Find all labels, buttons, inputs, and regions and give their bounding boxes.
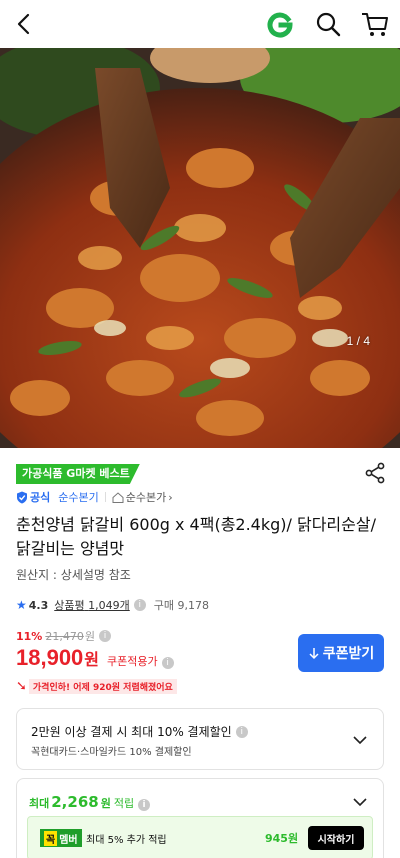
shop-name-link[interactable]: 순수본가 › [112, 489, 173, 505]
start-membership-button[interactable]: 시작하기 [308, 826, 364, 850]
member-badge: 꼭 멤버 [40, 829, 82, 847]
discount-rate: 11% [16, 629, 43, 643]
product-title: 춘천양념 닭갈비 600g x 4팩(총2.4kg)/ 닭다리순살/ 닭갈비는 … [16, 515, 376, 558]
origin-info: 원산지 : 상세설명 참조 [16, 568, 131, 582]
chevron-down-icon[interactable] [353, 795, 367, 809]
image-pager: 1 / 4 [346, 334, 370, 348]
member-promo-text: 최대 5% 추가 적립 [86, 835, 167, 846]
review-link[interactable]: 상품평 1,049개 [54, 597, 130, 613]
search-icon[interactable] [314, 10, 342, 38]
purchase-count: 구매 9,178 [154, 597, 209, 613]
points-label: 적립 [113, 797, 135, 810]
info-icon[interactable]: i [133, 599, 146, 611]
payment-discount-title: 2만원 이상 결제 시 최대 10% 결제할인 [31, 725, 232, 739]
review-count: 1,049개 [88, 599, 130, 612]
sale-price: 18,900 [16, 645, 84, 670]
shop-name: 순수본가 [125, 491, 167, 504]
coupon-button-label: 쿠폰받기 [322, 646, 375, 662]
discount-row: 11% 21,470 원 i [16, 628, 111, 644]
payment-discount-subtitle: 꼭현대카드·스마일카드 10% 결제할인 [31, 747, 192, 758]
share-icon[interactable] [364, 462, 386, 484]
rating-row: ★ 4.3 상품평 1,049개 i 구매 9,178 [16, 597, 209, 613]
points-card[interactable]: 최대 2,268 원 적립 i 꼭 멤버 최대 5% 추가 적립 945원 시작… [16, 778, 384, 858]
info-icon[interactable]: i [161, 657, 174, 669]
official-badge: 공식 [16, 489, 50, 505]
rating-score: 4.3 [28, 598, 49, 612]
review-label: 상품평 [54, 599, 85, 612]
info-icon[interactable]: i [98, 630, 111, 642]
shop-row: 공식 순수본기 순수본가 › [16, 489, 173, 505]
coupon-download-button[interactable]: 쿠폰받기 [298, 634, 384, 672]
original-price-unit: 원 [84, 630, 95, 643]
points-prefix: 최대 [29, 797, 50, 810]
back-icon[interactable] [10, 10, 38, 38]
member-points-amount: 945원 [265, 832, 299, 845]
coupon-applied-label: 쿠폰적용가 [107, 655, 158, 668]
official-label: 공식 [30, 491, 51, 504]
points-unit: 원 [100, 797, 111, 810]
shield-check-icon [17, 491, 27, 503]
info-icon[interactable]: i [138, 799, 151, 811]
down-arrow-icon: ➘ [16, 678, 27, 694]
divider [104, 492, 106, 502]
home-icon [112, 491, 124, 503]
price-drop-notice: ➘ 가격인하! 어제 920원 저렴해졌어요 [16, 678, 177, 694]
payment-discount-title-row: 2만원 이상 결제 시 최대 10% 결제할인 i [31, 723, 248, 740]
member-promo: 꼭 멤버 최대 5% 추가 적립 945원 시작하기 [27, 816, 373, 858]
purchase-number: 9,178 [177, 599, 210, 612]
dakgalbi-photo [0, 48, 400, 448]
cart-icon[interactable] [360, 10, 390, 38]
points-amount: 2,268 [51, 793, 99, 811]
star-icon: ★ [16, 598, 27, 612]
member-badge-label: 멤버 [59, 834, 78, 846]
shop-link[interactable]: 순수본기 [58, 489, 98, 505]
member-badge-prefix: 꼭 [44, 830, 58, 846]
chevron-down-icon[interactable] [353, 733, 367, 747]
best-badge: 가공식품 G마켓 베스트 [16, 464, 140, 484]
gmarket-logo-icon[interactable] [266, 10, 294, 38]
price-drop-text: 가격인하! 어제 920원 저렴해졌어요 [28, 678, 177, 694]
product-image[interactable]: 1 / 4 [0, 48, 400, 448]
original-price: 21,470 [45, 629, 84, 643]
top-bar [0, 0, 400, 48]
chevron-right-icon: › [168, 490, 173, 504]
purchase-label: 구매 [153, 599, 175, 612]
price-unit: 원 [84, 650, 100, 669]
price-row: 18,900 원 쿠폰적용가 i [16, 645, 174, 671]
payment-discount-card[interactable]: 2만원 이상 결제 시 최대 10% 결제할인 i 꼭현대카드·스마일카드 10… [16, 708, 384, 770]
max-points-row: 최대 2,268 원 적립 i [29, 793, 151, 811]
download-icon [309, 647, 319, 659]
info-icon[interactable]: i [235, 725, 248, 738]
